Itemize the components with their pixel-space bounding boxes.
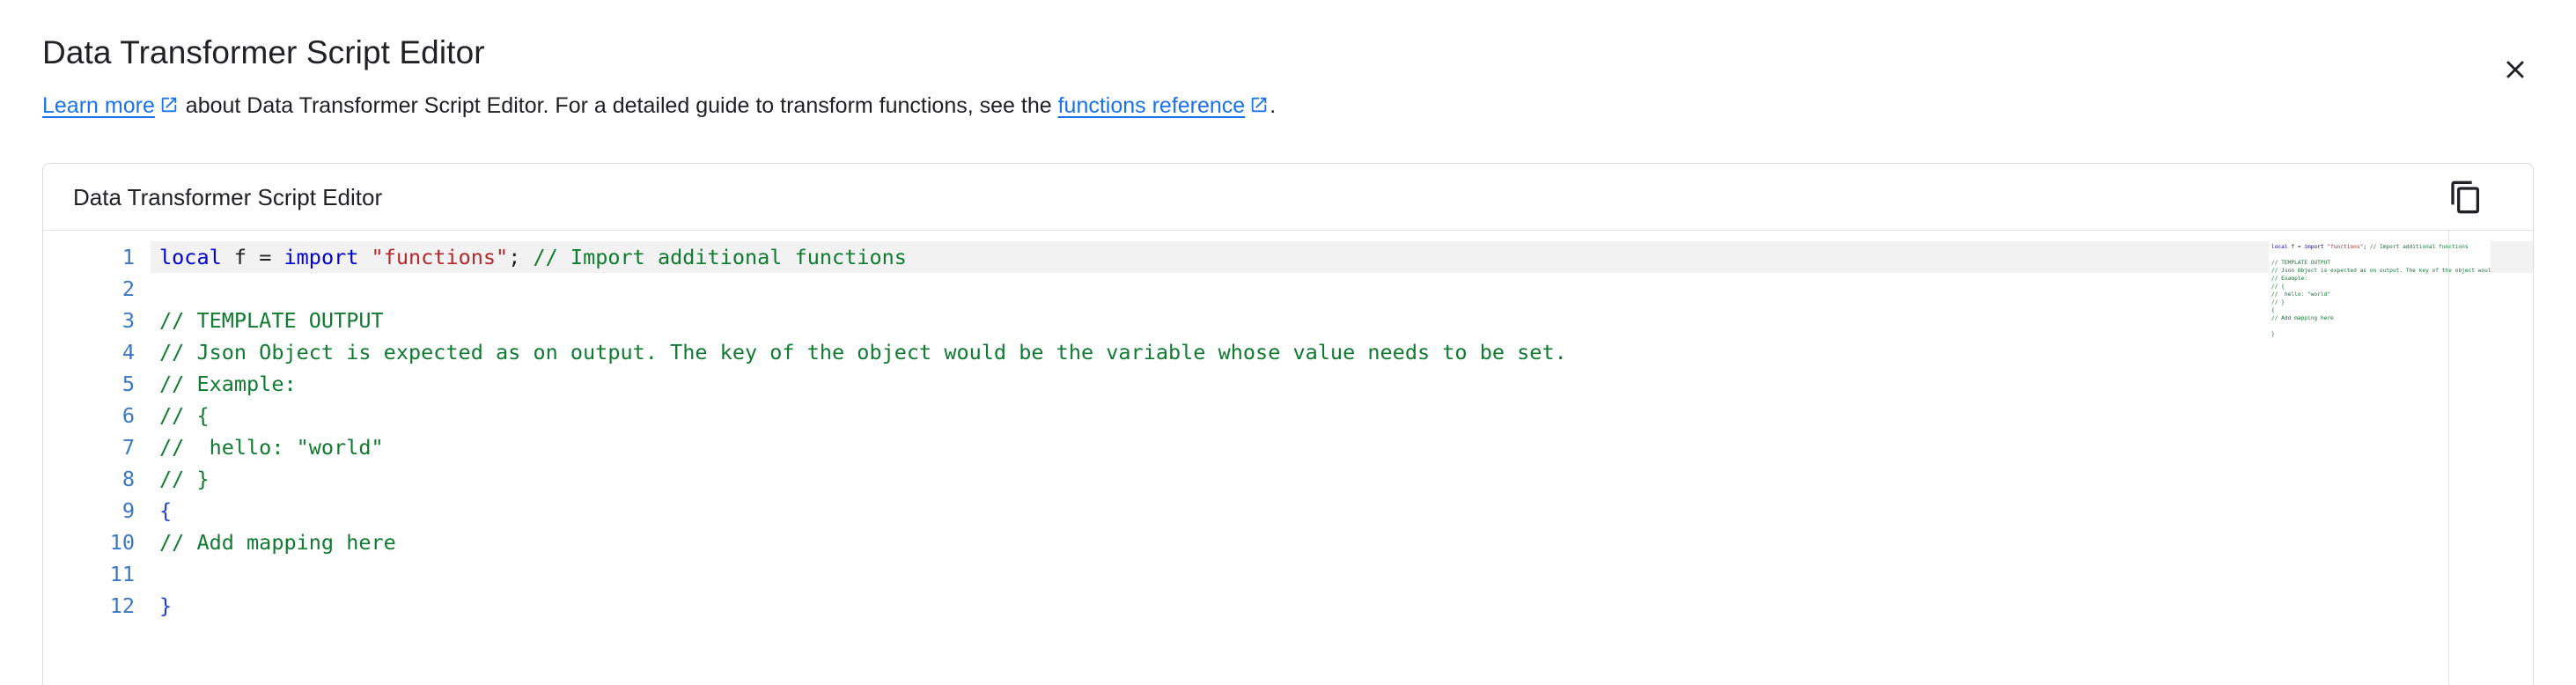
card-title: Data Transformer Script Editor [73, 183, 383, 210]
code-line-text[interactable] [151, 558, 2533, 590]
copy-button[interactable] [2441, 173, 2491, 222]
code-token: "functions" [371, 245, 509, 269]
line-number: 9 [121, 498, 135, 523]
editor-card: Data Transformer Script Editor 1 local f … [42, 163, 2534, 685]
line-number: 11 [109, 562, 135, 586]
line-number: 10 [109, 530, 135, 555]
script-editor-dialog: Data Transformer Script Editor Learn mor… [0, 0, 2576, 685]
code-line-text[interactable]: // Example: [151, 368, 2533, 400]
code-token: import [283, 245, 359, 269]
code-line-text[interactable]: // Json Object is expected as on output.… [151, 336, 2533, 368]
close-icon [2500, 55, 2530, 85]
line-number: 3 [121, 308, 135, 333]
code-token: // Example: [159, 372, 297, 396]
line-number: 2 [121, 276, 135, 301]
learn-more-label: Learn more [42, 93, 155, 118]
code-line[interactable]: 3 // TEMPLATE OUTPUT [43, 305, 2533, 336]
code-token: // Import additional functions [533, 245, 907, 269]
code-editor[interactable]: 1 local f = import "functions"; // Import… [43, 231, 2533, 685]
page-title: Data Transformer Script Editor [42, 34, 485, 70]
line-number: 12 [109, 593, 135, 618]
line-number: 1 [121, 245, 135, 269]
code-line-text[interactable]: // hello: "world" [151, 431, 2533, 463]
functions-reference-link[interactable]: functions reference [1058, 93, 1246, 118]
code-token: = [259, 245, 284, 269]
code-line[interactable]: 12} [43, 590, 2533, 622]
code-token: // Json Object is expected as on output.… [159, 340, 1567, 365]
line-number: 6 [121, 403, 135, 428]
code-lines[interactable]: 1 local f = import "functions"; // Import… [43, 231, 2533, 685]
code-line[interactable]: 11 [43, 558, 2533, 590]
code-line-text[interactable]: // { [151, 400, 2533, 431]
code-line-text[interactable]: { [151, 495, 2533, 527]
code-token: local [159, 245, 222, 269]
description-middle-text: about Data Transformer Script Editor. Fo… [179, 93, 1058, 118]
code-token: // { [159, 403, 210, 428]
code-line[interactable]: 9{ [43, 495, 2533, 527]
code-line[interactable]: 8 // } [43, 463, 2533, 495]
line-number: 5 [121, 372, 135, 396]
code-token: ; [508, 245, 534, 269]
close-button[interactable] [2491, 46, 2539, 93]
external-link-icon-2 [1249, 95, 1269, 114]
code-minimap[interactable]: local f = import "functions"; // Import … [2269, 231, 2491, 685]
code-token: f [221, 245, 260, 269]
code-line-text[interactable]: // TEMPLATE OUTPUT [151, 305, 2533, 336]
card-header: Data Transformer Script Editor [43, 164, 2533, 231]
code-line-text[interactable]: // Add mapping here [151, 527, 2533, 558]
minimap-slider[interactable] [2448, 231, 2491, 685]
dialog-header: Data Transformer Script Editor Learn mor… [0, 0, 2576, 120]
code-token: // } [159, 467, 210, 491]
functions-reference-label: functions reference [1057, 93, 1246, 118]
code-line[interactable]: 5 // Example: [43, 368, 2533, 400]
copy-icon [2448, 180, 2484, 215]
code-token: } [159, 593, 173, 618]
code-token: // TEMPLATE OUTPUT [159, 308, 384, 333]
description-line: Learn more about Data Transformer Script… [42, 92, 2534, 120]
line-number: 7 [121, 435, 135, 460]
description-trailing-text: . [1270, 93, 1277, 118]
line-number: 4 [121, 340, 135, 365]
code-line[interactable]: 4 // Json Object is expected as on output… [43, 336, 2533, 368]
code-line[interactable]: 10 // Add mapping here [43, 527, 2533, 558]
code-line-text[interactable]: // } [151, 463, 2533, 495]
code-token: { [159, 498, 173, 523]
external-link-icon [159, 95, 179, 114]
code-line-text[interactable]: local f = import "functions"; // Import … [151, 241, 2533, 273]
code-token: // Add mapping here [159, 530, 396, 555]
code-token: // hello: "world" [159, 435, 384, 460]
line-number: 8 [121, 467, 135, 491]
code-line[interactable]: 7 // hello: "world" [43, 431, 2533, 463]
code-line[interactable]: 2 [43, 273, 2533, 305]
code-line-text[interactable] [151, 273, 2533, 305]
code-line[interactable]: 6 // { [43, 400, 2533, 431]
code-line[interactable]: 1 local f = import "functions"; // Import… [43, 241, 2533, 273]
learn-more-link[interactable]: Learn more [42, 93, 155, 118]
code-line-text[interactable]: } [151, 590, 2533, 622]
